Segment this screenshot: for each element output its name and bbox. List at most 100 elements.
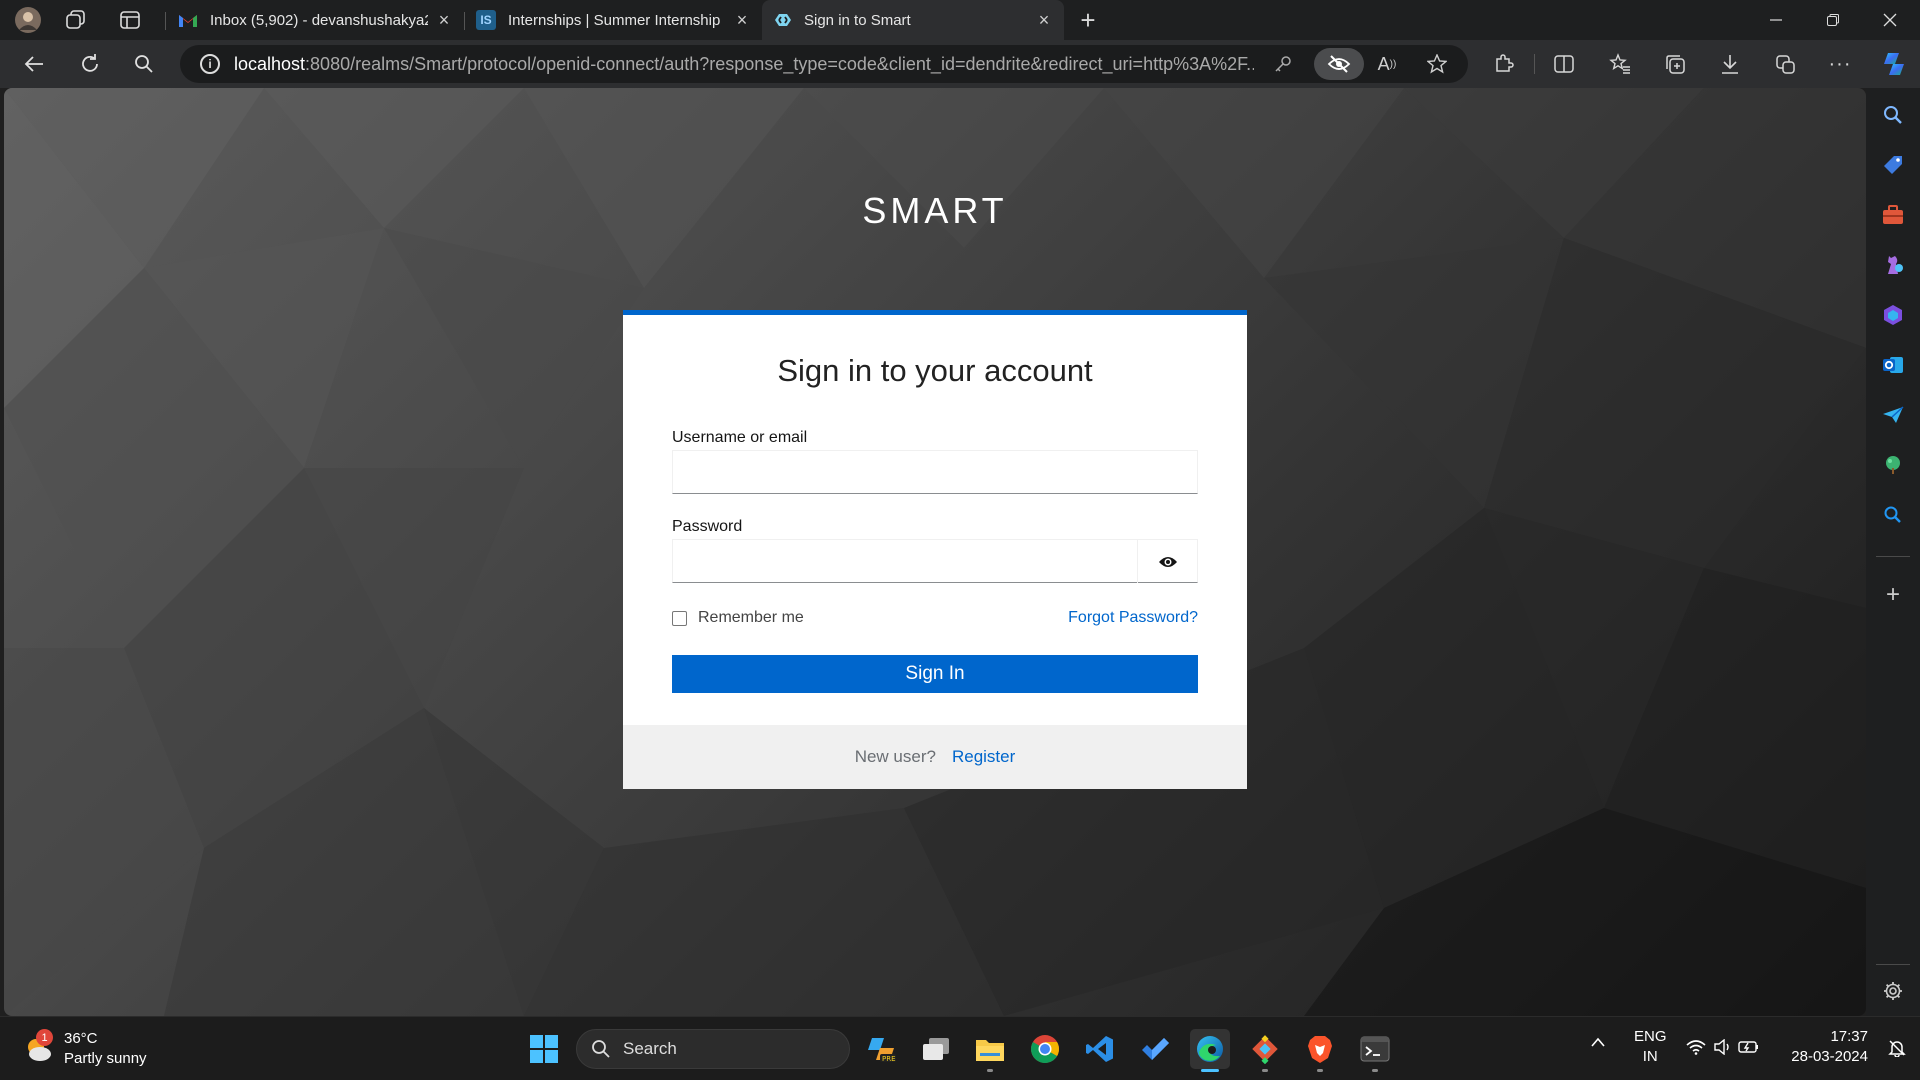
address-bar[interactable]: i localhost:8080/realms/Smart/protocol/o… xyxy=(180,45,1468,83)
add-sidebar-app-button[interactable]: + xyxy=(1880,581,1906,608)
close-icon[interactable]: × xyxy=(434,10,454,30)
taskbar-search-box[interactable]: Search xyxy=(576,1029,850,1069)
plus-icon: + xyxy=(1080,4,1096,35)
search-icon xyxy=(135,55,153,73)
taskbar-task-view[interactable] xyxy=(916,1029,956,1069)
wifi-icon[interactable] xyxy=(1686,1039,1706,1059)
tab-separator xyxy=(464,12,465,30)
running-indicator xyxy=(987,1069,993,1072)
language-indicator[interactable]: ENG IN xyxy=(1634,1027,1667,1067)
remember-me-checkbox[interactable] xyxy=(672,610,687,626)
password-label: Password xyxy=(672,518,743,535)
tab-title: Internships | Summer Internship xyxy=(508,11,721,29)
clock-time: 17:37 xyxy=(1830,1028,1868,1045)
heart-pulse-icon xyxy=(1776,55,1795,74)
svg-text:PRE: PRE xyxy=(882,1055,896,1063)
username-input[interactable] xyxy=(673,451,1197,493)
remember-me-label: Remember me xyxy=(698,609,804,626)
favorites-list-icon xyxy=(1609,53,1630,74)
drop-send-icon[interactable] xyxy=(1880,402,1906,428)
battery-charging-icon[interactable] xyxy=(1738,1039,1760,1059)
bing-search-icon[interactable] xyxy=(1880,502,1906,528)
copilot-button[interactable] xyxy=(1878,48,1910,80)
close-icon[interactable]: × xyxy=(732,10,752,30)
profile-avatar[interactable] xyxy=(14,6,42,34)
taskbar-file-explorer[interactable] xyxy=(970,1029,1010,1072)
sign-in-button[interactable]: Sign In xyxy=(672,655,1198,693)
register-link[interactable]: Register xyxy=(952,747,1015,767)
sidebar-settings-button[interactable] xyxy=(1880,978,1906,1004)
downloads-button[interactable] xyxy=(1716,50,1744,78)
tools-briefcase-icon[interactable] xyxy=(1880,202,1906,228)
tab-sign-in[interactable]: Sign in to Smart × xyxy=(762,0,1064,40)
tab-gmail[interactable]: Inbox (5,902) - devanshushakya2 × xyxy=(168,4,464,36)
tab-internships[interactable]: IS Internships | Summer Internship × xyxy=(466,4,762,36)
minimize-icon xyxy=(1770,19,1782,21)
browser-essentials-button[interactable] xyxy=(1771,50,1799,78)
tree-plant-icon[interactable] xyxy=(1880,452,1906,478)
taskbar-git-app[interactable] xyxy=(1245,1029,1285,1072)
refresh-button[interactable] xyxy=(74,48,106,80)
key-icon[interactable] xyxy=(1268,49,1298,79)
workspaces-button[interactable] xyxy=(62,6,90,34)
password-input[interactable] xyxy=(673,540,1139,582)
realm-brand-title: SMART xyxy=(862,190,1008,231)
partly-sunny-icon: 1 xyxy=(22,1029,54,1065)
start-button[interactable] xyxy=(524,1029,564,1069)
close-icon[interactable]: × xyxy=(1034,10,1054,30)
games-chess-icon[interactable] xyxy=(1880,252,1906,278)
task-view-icon xyxy=(923,1038,949,1060)
taskbar-edge[interactable] xyxy=(1190,1029,1230,1072)
read-aloud-icon[interactable]: A)) xyxy=(1372,49,1402,79)
favorites-button[interactable] xyxy=(1606,50,1634,78)
restore-icon xyxy=(1827,14,1839,26)
copilot-icon xyxy=(1884,53,1904,75)
extensions-button[interactable] xyxy=(1490,50,1518,78)
eye-icon xyxy=(1158,556,1177,567)
internshala-icon: IS xyxy=(476,10,496,30)
microsoft-365-icon[interactable] xyxy=(1880,302,1906,328)
tab-separator xyxy=(165,12,166,30)
taskbar-copilot-app[interactable]: PRE xyxy=(862,1029,902,1069)
username-field-wrapper xyxy=(672,450,1198,494)
settings-menu-button[interactable]: ··· xyxy=(1826,50,1854,78)
clock-date: 28-03-2024 xyxy=(1791,1048,1868,1065)
system-tray: ENG IN 17:37 28-03-2024 xyxy=(1590,1027,1920,1071)
taskbar-todo[interactable] xyxy=(1135,1029,1175,1069)
outlook-icon[interactable] xyxy=(1880,352,1906,378)
split-screen-button[interactable] xyxy=(1550,50,1578,78)
collections-button[interactable] xyxy=(1661,50,1689,78)
weather-description: Partly sunny xyxy=(64,1050,147,1067)
terminal-icon xyxy=(1360,1036,1390,1062)
tracking-prevention-button[interactable] xyxy=(1314,48,1364,80)
taskbar-terminal[interactable] xyxy=(1355,1029,1395,1072)
running-indicator xyxy=(1317,1069,1323,1072)
taskbar-brave[interactable] xyxy=(1300,1029,1340,1072)
tab-strip: Inbox (5,902) - devanshushakya2 × IS Int… xyxy=(0,0,1920,40)
shopping-tag-icon[interactable] xyxy=(1880,152,1906,178)
forgot-password-link[interactable]: Forgot Password? xyxy=(1068,609,1198,627)
taskbar-vscode[interactable] xyxy=(1080,1029,1120,1069)
notification-bell-icon[interactable] xyxy=(1888,1039,1906,1061)
chrome-icon xyxy=(1031,1035,1059,1063)
sidebar-separator xyxy=(1876,556,1910,557)
site-info-icon[interactable]: i xyxy=(200,54,220,74)
close-window-button[interactable] xyxy=(1860,0,1920,40)
chevron-up-icon[interactable] xyxy=(1590,1035,1606,1052)
url-text[interactable]: localhost:8080/realms/Smart/protocol/ope… xyxy=(234,54,1254,75)
clock[interactable]: 17:37 28-03-2024 xyxy=(1786,1027,1868,1067)
weather-widget[interactable]: 1 36°C Partly sunny xyxy=(22,1027,147,1071)
remember-me-control[interactable]: Remember me xyxy=(672,609,804,627)
copilot-pre-icon: PRE xyxy=(868,1038,896,1063)
taskbar-chrome[interactable] xyxy=(1025,1029,1065,1069)
restore-button[interactable] xyxy=(1803,0,1863,40)
volume-icon[interactable] xyxy=(1714,1038,1732,1059)
sidebar-search-icon[interactable] xyxy=(1880,102,1906,128)
minimize-button[interactable] xyxy=(1746,0,1806,40)
search-button[interactable] xyxy=(128,48,160,80)
new-tab-button[interactable]: + xyxy=(1074,4,1102,35)
vertical-tabs-button[interactable] xyxy=(116,6,144,34)
show-password-button[interactable] xyxy=(1137,540,1197,583)
favorite-star-icon[interactable] xyxy=(1422,49,1452,79)
back-button[interactable] xyxy=(18,48,50,80)
